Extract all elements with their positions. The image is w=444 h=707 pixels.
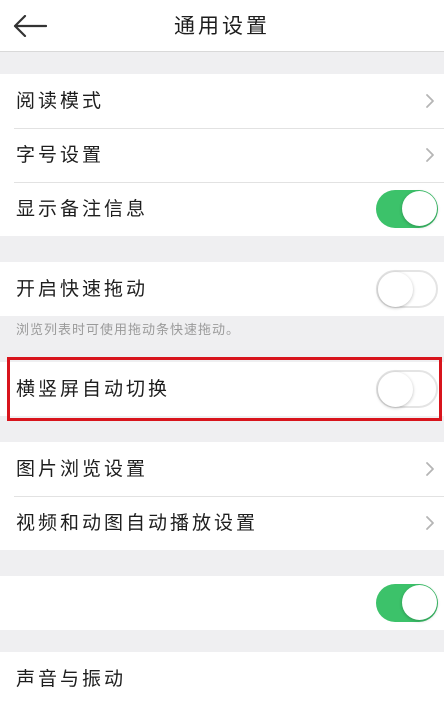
auto-rotate-label: 横竖屏自动切换 — [16, 378, 171, 400]
sound-vibration-label: 声音与振动 — [16, 668, 127, 690]
chevron-right-icon — [426, 94, 434, 108]
reading-mode-row[interactable]: 阅读模式 — [0, 74, 444, 128]
misc-toggle-section — [0, 576, 444, 630]
video-autoplay-label: 视频和动图自动播放设置 — [16, 512, 259, 534]
fast-drag-section: 开启快速拖动 — [0, 262, 444, 316]
reading-settings-section: 阅读模式 字号设置 显示备注信息 — [0, 74, 444, 236]
chevron-right-icon — [426, 516, 434, 530]
fast-drag-label: 开启快速拖动 — [16, 278, 149, 300]
fast-drag-hint: 浏览列表时可使用拖动条快速拖动。 — [16, 323, 241, 338]
chevron-right-icon — [426, 148, 434, 162]
image-browse-label: 图片浏览设置 — [16, 458, 149, 480]
toggle-knob — [402, 191, 437, 226]
reading-mode-label: 阅读模式 — [16, 90, 105, 112]
page-title: 通用设置 — [174, 14, 270, 38]
toggle-knob — [378, 272, 413, 307]
chevron-right-icon — [426, 462, 434, 476]
video-autoplay-row[interactable]: 视频和动图自动播放设置 — [0, 496, 444, 550]
sound-vibration-row[interactable]: 声音与振动 — [0, 652, 444, 706]
image-browse-row[interactable]: 图片浏览设置 — [0, 442, 444, 496]
media-settings-section: 图片浏览设置 视频和动图自动播放设置 — [0, 442, 444, 550]
auto-rotate-toggle[interactable] — [376, 370, 438, 408]
toggle-knob — [402, 585, 437, 620]
misc-toggle[interactable] — [376, 584, 438, 622]
fast-drag-toggle[interactable] — [376, 270, 438, 308]
toggle-knob — [378, 372, 413, 407]
fast-drag-row: 开启快速拖动 — [0, 262, 444, 316]
show-notes-toggle[interactable] — [376, 190, 438, 228]
misc-toggle-row — [0, 576, 444, 630]
auto-rotate-row: 横竖屏自动切换 — [0, 362, 444, 416]
show-notes-row: 显示备注信息 — [0, 182, 444, 236]
auto-rotate-section: 横竖屏自动切换 — [0, 362, 444, 416]
sound-section: 声音与振动 — [0, 652, 444, 707]
show-notes-label: 显示备注信息 — [16, 198, 149, 220]
font-size-row[interactable]: 字号设置 — [0, 128, 444, 182]
header-bar: 通用设置 — [0, 0, 444, 52]
font-size-label: 字号设置 — [16, 144, 105, 166]
